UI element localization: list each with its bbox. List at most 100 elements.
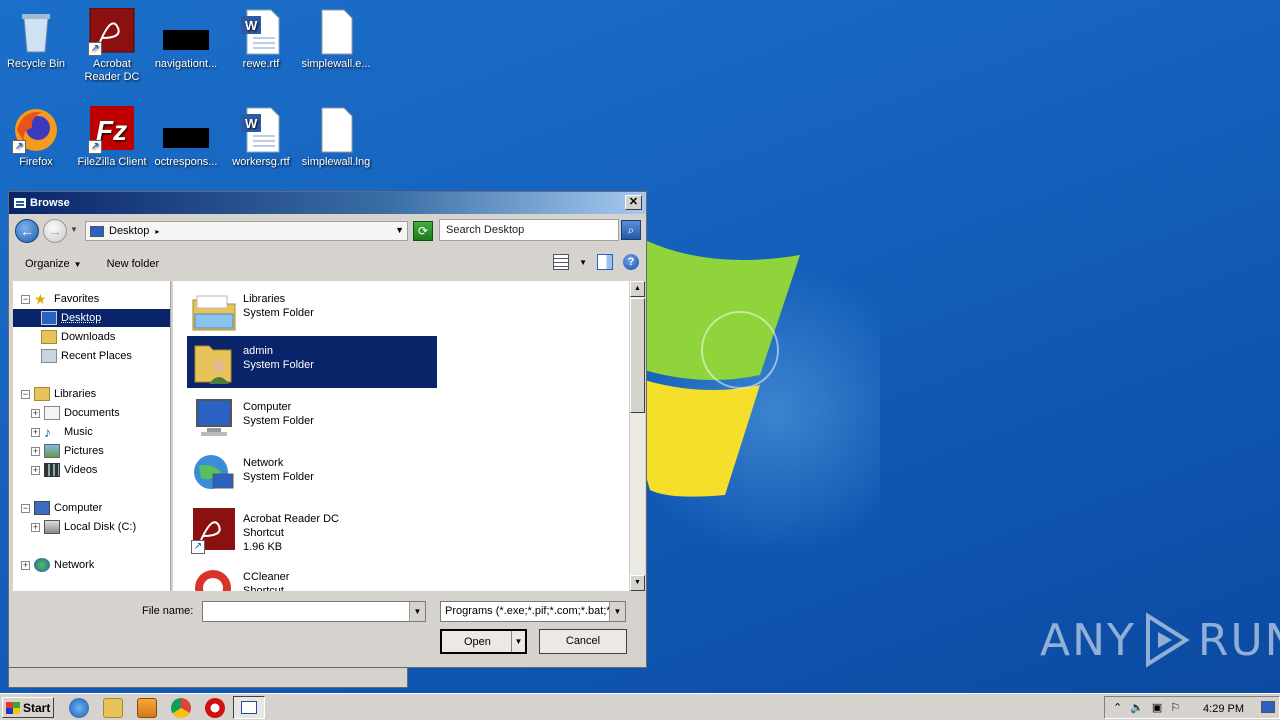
open-button[interactable]: Open ▼: [440, 629, 527, 654]
user-folder-icon: [191, 340, 237, 386]
nav-music[interactable]: + ♪ Music: [13, 423, 170, 441]
nav-network[interactable]: + Network: [13, 556, 170, 574]
help-icon[interactable]: ?: [623, 254, 639, 270]
collapse-icon[interactable]: −: [21, 389, 30, 399]
internet-explorer-icon[interactable]: [69, 698, 89, 718]
network-tray-icon[interactable]: ▣: [1152, 701, 1162, 714]
shortcut-arrow-icon: ↗: [88, 42, 102, 56]
opera-icon[interactable]: [205, 698, 225, 718]
close-button[interactable]: ✕: [625, 195, 642, 210]
file-item-computer[interactable]: Computer System Folder: [187, 392, 437, 444]
expand-icon[interactable]: +: [31, 427, 40, 437]
collapse-icon[interactable]: −: [21, 294, 30, 304]
network-icon: [191, 452, 237, 498]
open-split-dropdown-icon[interactable]: ▼: [511, 631, 525, 652]
file-item-network[interactable]: Network System Folder: [187, 448, 437, 500]
libraries-folder-icon: [191, 288, 237, 334]
action-center-flag-icon[interactable]: ⚐: [1170, 701, 1180, 714]
desktop-icon-recycle-bin[interactable]: Recycle Bin: [0, 8, 74, 71]
expand-icon[interactable]: +: [31, 465, 40, 475]
show-desktop-icon[interactable]: [1261, 701, 1275, 713]
breadcrumb-arrow-icon[interactable]: ▸: [155, 227, 159, 236]
nav-computer[interactable]: − Computer: [13, 499, 170, 517]
toolbar-right: ▼ ?: [543, 254, 639, 270]
organize-label: Organize: [25, 258, 70, 270]
change-view-icon[interactable]: [553, 254, 570, 270]
file-item-ccleaner[interactable]: CCleaner Shortcut: [187, 562, 437, 591]
scroll-down-icon[interactable]: ▼: [630, 575, 645, 591]
search-button[interactable]: ⌕: [621, 220, 641, 240]
address-text: Desktop: [109, 225, 150, 237]
desktop-icon-octrespons[interactable]: octrespons...: [148, 106, 224, 169]
desktop-icon-firefox[interactable]: ↗ Firefox: [0, 106, 74, 169]
expand-icon[interactable]: +: [21, 560, 30, 570]
media-player-icon[interactable]: [137, 698, 157, 718]
nav-desktop[interactable]: Desktop: [13, 309, 170, 327]
scroll-thumb[interactable]: [630, 298, 645, 413]
desktop-icon-acrobat[interactable]: ↗ Acrobat Reader DC: [74, 7, 150, 84]
expand-icon[interactable]: +: [31, 522, 40, 532]
desktop-monitor-icon: [90, 225, 104, 237]
search-input[interactable]: Search Desktop: [439, 219, 619, 241]
nav-downloads[interactable]: Downloads: [13, 328, 170, 346]
forward-button[interactable]: →: [43, 219, 67, 243]
computer-icon: [191, 396, 237, 442]
preview-pane-icon[interactable]: [597, 254, 613, 270]
file-name: Acrobat Reader DC: [243, 513, 339, 525]
address-bar[interactable]: Desktop ▸ ▼: [85, 221, 408, 241]
history-dropdown-icon[interactable]: ▼: [70, 225, 78, 234]
back-button[interactable]: ←: [15, 219, 39, 243]
file-name: Libraries: [243, 293, 286, 305]
file-name-input[interactable]: ▼: [202, 601, 426, 622]
organize-button[interactable]: Organize ▼: [25, 258, 82, 270]
show-hidden-icons-icon[interactable]: ⌃: [1113, 701, 1122, 714]
nav-local-disk[interactable]: + Local Disk (C:): [13, 518, 170, 536]
nav-label: Desktop: [61, 312, 102, 324]
nav-libraries[interactable]: − Libraries: [13, 385, 170, 403]
view-dropdown-icon[interactable]: ▼: [579, 258, 587, 267]
desktop-icon-rewe-rtf[interactable]: W rewe.rtf: [223, 8, 299, 71]
desktop-icon-filezilla[interactable]: Fz ↗ FileZilla Client: [74, 106, 150, 169]
collapse-icon[interactable]: −: [21, 503, 30, 513]
dialog-titlebar[interactable]: Browse ✕: [9, 192, 646, 214]
chevron-down-icon[interactable]: ▼: [395, 225, 404, 235]
window-icon: [241, 701, 257, 714]
desktop-icon-workersg-rtf[interactable]: W workersg.rtf: [223, 106, 299, 169]
taskbar-active-browse-window[interactable]: [233, 696, 265, 719]
desktop-icon-navigationt[interactable]: navigationt...: [148, 8, 224, 71]
acrobat-icon: ↗: [88, 7, 136, 56]
expand-icon[interactable]: +: [31, 408, 40, 418]
navigation-pane: − ★ Favorites Desktop Downloads Recent P…: [13, 281, 171, 591]
file-type-select[interactable]: Programs (*.exe;*.pif;*.com;*.bat;*.cmd)…: [440, 601, 626, 622]
file-item-acrobat[interactable]: ↗ Acrobat Reader DC Shortcut 1.96 KB: [187, 504, 437, 564]
file-item-libraries[interactable]: Libraries System Folder: [187, 284, 437, 336]
file-list-scrollbar[interactable]: ▲ ▼: [629, 281, 645, 591]
chrome-icon[interactable]: [171, 698, 191, 718]
shortcut-arrow-icon: ↗: [88, 140, 102, 154]
file-explorer-icon[interactable]: [103, 698, 123, 718]
chevron-down-icon[interactable]: ▼: [409, 602, 425, 621]
scroll-up-icon[interactable]: ▲: [630, 281, 645, 297]
nav-recent-places[interactable]: Recent Places: [13, 347, 170, 365]
cancel-button[interactable]: Cancel: [539, 629, 627, 654]
start-button[interactable]: Start: [2, 697, 54, 718]
new-folder-button[interactable]: New folder: [107, 258, 160, 270]
nav-pictures[interactable]: + Pictures: [13, 442, 170, 460]
nav-favorites[interactable]: − ★ Favorites: [13, 290, 170, 308]
chevron-down-icon[interactable]: ▼: [609, 602, 625, 621]
file-type: Shortcut: [243, 585, 284, 591]
clock[interactable]: 4:29 PM: [1203, 703, 1244, 715]
firefox-icon: ↗: [12, 106, 60, 154]
refresh-button[interactable]: ⟳: [413, 221, 433, 241]
nav-videos[interactable]: + Videos: [13, 461, 170, 479]
expand-icon[interactable]: +: [31, 446, 40, 456]
nav-label: Pictures: [64, 445, 104, 457]
desktop-icon-simplewall-lng[interactable]: simplewall.lng: [298, 106, 374, 169]
desktop-icon-simplewall-exe[interactable]: simplewall.e...: [298, 8, 374, 71]
volume-icon[interactable]: 🔈: [1130, 701, 1144, 714]
nav-label: Downloads: [61, 331, 116, 343]
blank-file-icon: [312, 106, 360, 154]
file-name: Computer: [243, 401, 292, 413]
file-item-admin[interactable]: admin System Folder: [187, 336, 437, 388]
nav-documents[interactable]: + Documents: [13, 404, 170, 422]
